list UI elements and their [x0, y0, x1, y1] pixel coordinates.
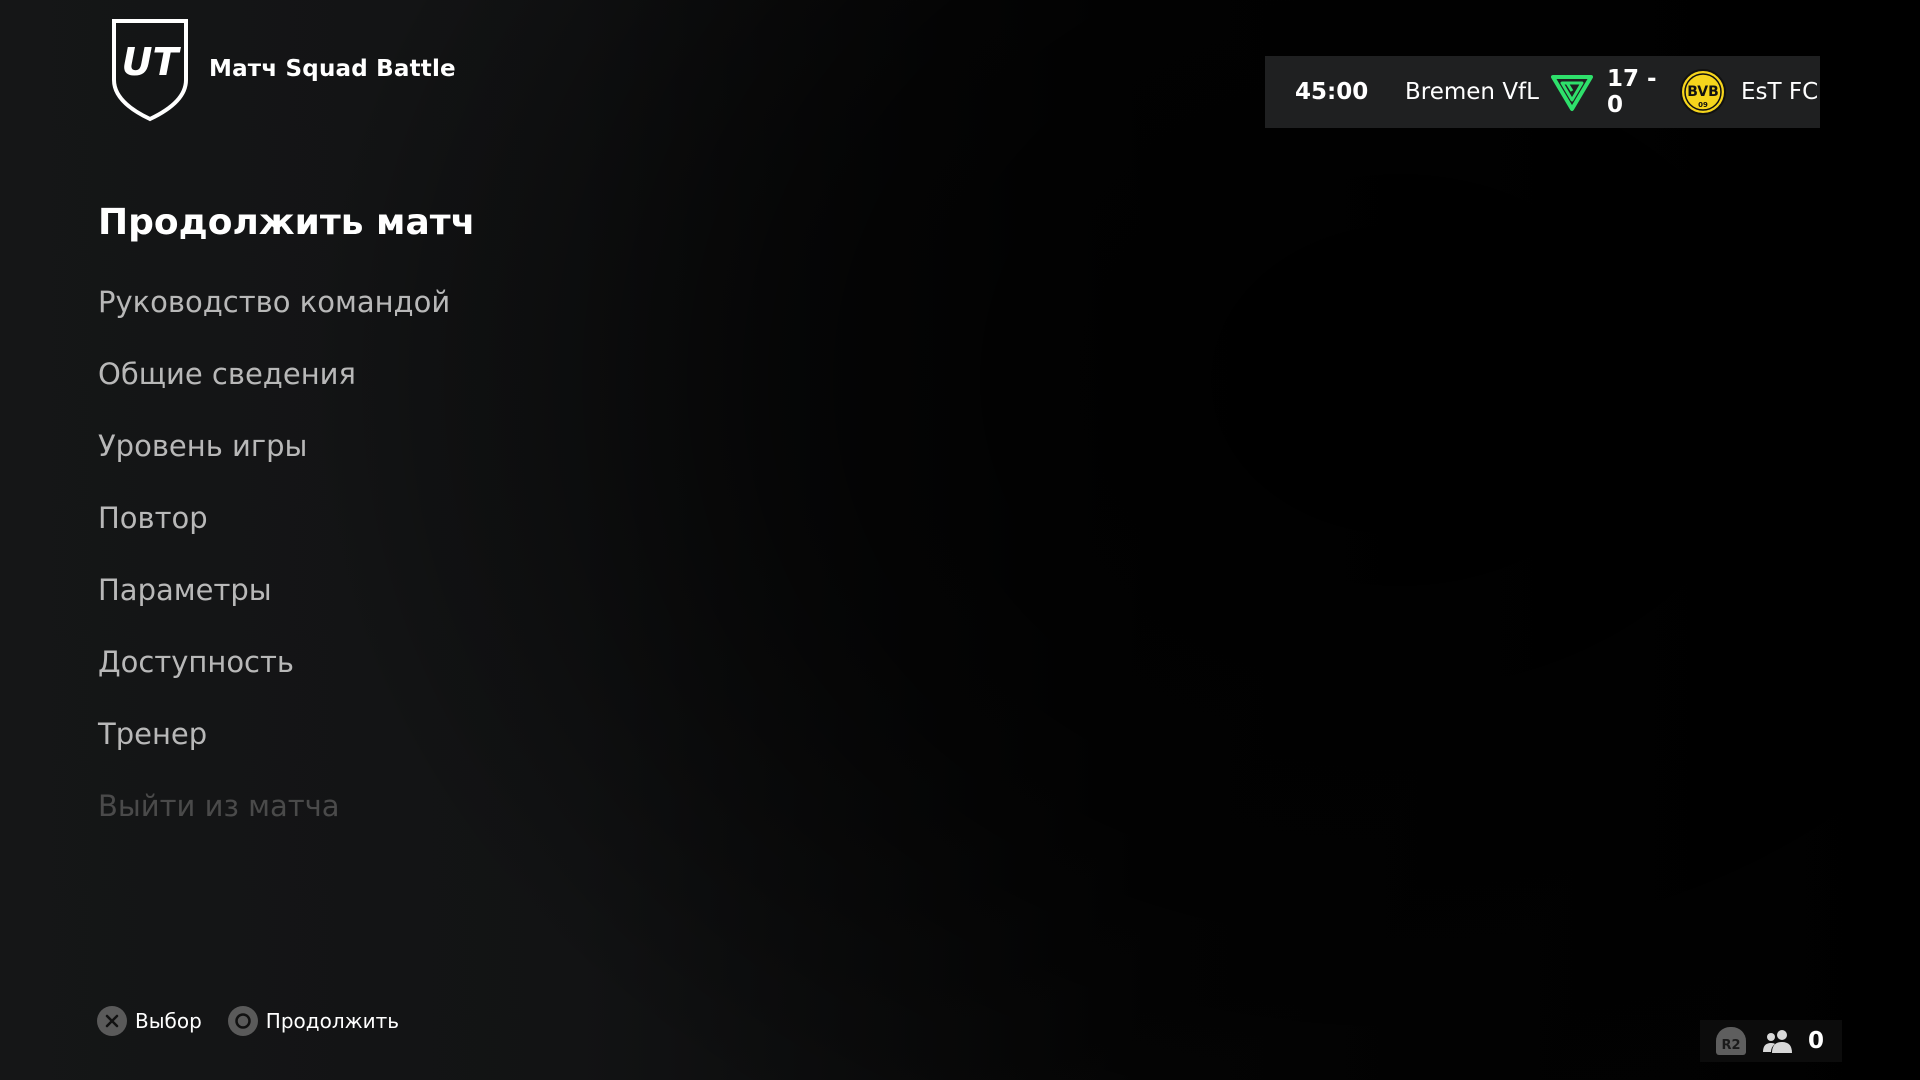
- controller-hints: Выбор Продолжить: [97, 1006, 425, 1036]
- cross-button-icon: [97, 1006, 127, 1036]
- menu-item-resume-match[interactable]: Продолжить матч: [98, 198, 475, 248]
- away-team-name: EsT FC: [1741, 79, 1819, 105]
- friends-count: 0: [1808, 1028, 1825, 1054]
- logo-text: UT: [122, 40, 182, 84]
- circle-button-icon: [227, 1006, 258, 1036]
- select-hint-label: Выбор: [135, 1009, 202, 1033]
- menu-item-team-management[interactable]: Руководство командой: [98, 266, 475, 338]
- menu-item-accessibility[interactable]: Доступность: [98, 626, 475, 698]
- match-score: 17 - 0: [1607, 66, 1657, 118]
- ultimate-team-logo: UT: [110, 18, 190, 122]
- home-team-name: Bremen VfL: [1405, 79, 1539, 105]
- continue-hint-label: Продолжить: [265, 1009, 400, 1033]
- menu-item-quit-match[interactable]: Выйти из матча: [98, 770, 475, 842]
- select-hint[interactable]: Выбор: [97, 1006, 202, 1036]
- scoreboard: 45:00 Bremen VfL 17 - 0 BVB 09 EsT FC: [1265, 56, 1820, 128]
- menu-item-overview[interactable]: Общие сведения: [98, 338, 475, 410]
- menu-item-coach[interactable]: Тренер: [98, 698, 475, 770]
- pause-menu-screen: UT Матч Squad Battle 45:00 Bremen VfL 17…: [0, 0, 1920, 1080]
- match-clock: 45:00: [1295, 79, 1369, 105]
- away-crest-subtext: 09: [1698, 101, 1708, 109]
- menu-item-settings[interactable]: Параметры: [98, 554, 475, 626]
- menu-item-difficulty[interactable]: Уровень игры: [98, 410, 475, 482]
- pause-menu: Продолжить матч Руководство командой Общ…: [98, 198, 475, 842]
- continue-hint[interactable]: Продолжить: [227, 1006, 400, 1036]
- away-team-crest-icon: BVB 09: [1680, 69, 1726, 115]
- menu-item-replay[interactable]: Повтор: [98, 482, 475, 554]
- away-crest-text: BVB: [1687, 84, 1719, 100]
- ut-shield-icon: UT: [112, 19, 188, 122]
- r2-trigger-icon: R2: [1716, 1027, 1746, 1055]
- friends-widget[interactable]: R2 0: [1700, 1020, 1842, 1062]
- home-team-crest-icon: [1551, 75, 1593, 111]
- mode-title: Матч Squad Battle: [209, 56, 456, 82]
- friends-icon: [1763, 1030, 1792, 1053]
